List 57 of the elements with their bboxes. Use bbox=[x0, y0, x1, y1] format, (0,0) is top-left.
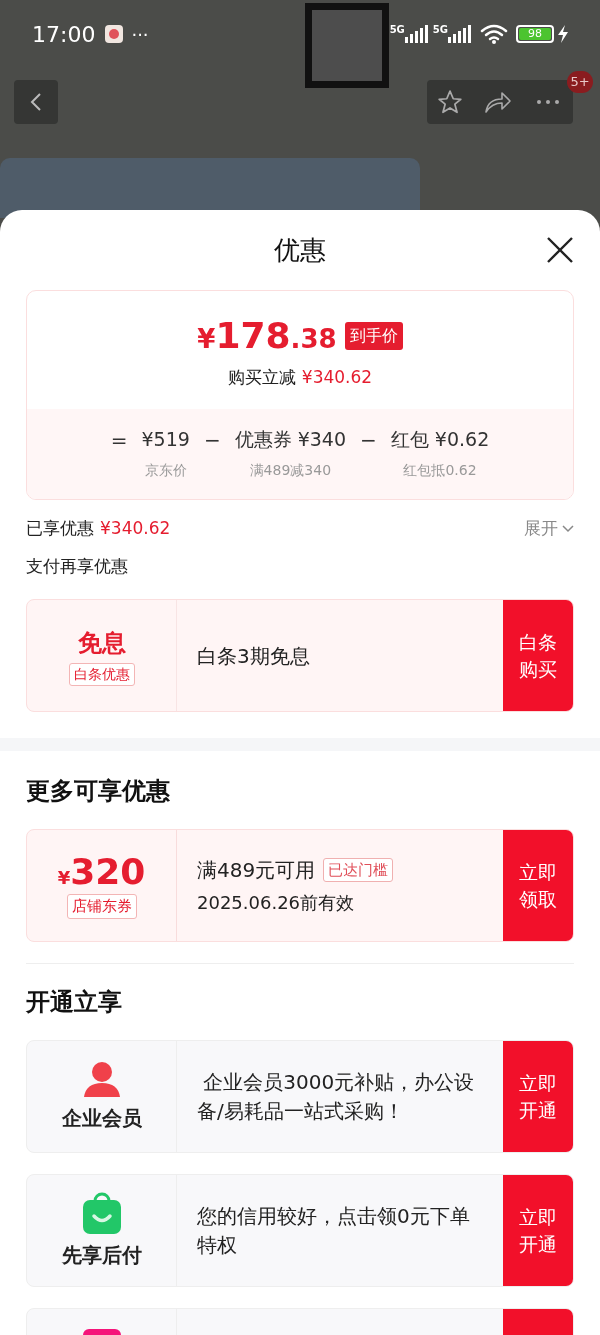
share-icon bbox=[484, 90, 512, 114]
close-button[interactable] bbox=[546, 236, 574, 264]
operator-sign: − bbox=[360, 427, 377, 454]
sheet-title: 优惠 bbox=[274, 233, 326, 267]
breakdown-note: 红包抵0.62 bbox=[403, 460, 477, 480]
status-more: ··· bbox=[131, 22, 149, 47]
battery-icon: 98 bbox=[516, 25, 554, 43]
wifi-icon bbox=[480, 24, 508, 44]
saving-amount: ¥340.62 bbox=[301, 366, 373, 390]
star-icon bbox=[437, 89, 463, 115]
chevron-down-icon bbox=[562, 524, 574, 533]
coupon-validity: 2025.06.26前有效 bbox=[197, 891, 356, 915]
offer-title: 免息 bbox=[77, 628, 126, 659]
open-button[interactable]: 立即开通 bbox=[503, 1175, 573, 1286]
lightning-icon bbox=[558, 25, 568, 43]
expand-button[interactable]: 展开 bbox=[524, 516, 574, 542]
membership-name: 先享后付 bbox=[61, 1241, 142, 1269]
network-type: 5G bbox=[432, 25, 448, 35]
more-icon bbox=[536, 99, 560, 105]
coupon-value: ¥320 bbox=[57, 852, 146, 893]
final-price: ¥178.38 bbox=[197, 314, 337, 359]
notification-badge: 5+ bbox=[567, 71, 593, 93]
buy-button[interactable]: 白条购买 bbox=[503, 600, 573, 711]
enjoyed-amount: ¥340.62 bbox=[100, 517, 171, 540]
offer-tag: 白条优惠 bbox=[68, 663, 135, 686]
operator-sign: − bbox=[203, 427, 221, 454]
shopping-bag-icon bbox=[82, 1191, 121, 1234]
breakdown-note: 京东价 bbox=[144, 460, 187, 480]
signal-icon bbox=[404, 25, 429, 43]
coupon-condition: 满489元可用 bbox=[197, 857, 316, 884]
price-tag: 到手价 bbox=[344, 322, 403, 351]
network-type: 5G bbox=[389, 25, 405, 35]
section-title: 开通立享 bbox=[26, 988, 122, 1016]
threshold-badge: 已达门槛 bbox=[323, 857, 394, 883]
saving-label: 购买立减 bbox=[227, 366, 296, 390]
membership-text: 您的信用较好，点击领0元下单特权 bbox=[197, 1202, 471, 1259]
breakdown-amount: 红包 ¥0.62 bbox=[390, 427, 490, 452]
claim-button[interactable]: 立即领取 bbox=[503, 830, 573, 941]
app-notification-icon bbox=[105, 25, 124, 43]
status-time: 17:00 bbox=[32, 20, 96, 49]
person-icon bbox=[82, 1060, 121, 1097]
section-subtitle: 支付再享优惠 bbox=[26, 555, 128, 576]
breakdown-note: 满489减340 bbox=[249, 460, 332, 480]
back-button[interactable] bbox=[14, 80, 58, 124]
membership-name: 企业会员 bbox=[61, 1104, 142, 1132]
membership-text: 企业会员3000元补贴，办公设备/易耗品一站式采购！ bbox=[197, 1068, 476, 1125]
close-icon bbox=[546, 236, 574, 264]
enjoyed-label: 已享优惠 bbox=[26, 517, 94, 540]
signal-icon bbox=[448, 25, 472, 43]
offer-text: 白条3期免息 bbox=[197, 642, 310, 670]
open-button[interactable]: 立即开通 bbox=[503, 1041, 573, 1152]
section-title: 更多可享优惠 bbox=[26, 777, 170, 805]
breakdown-amount: ¥519 bbox=[141, 427, 190, 452]
breakdown-amount: 优惠券 ¥340 bbox=[234, 427, 347, 452]
back-icon bbox=[30, 92, 42, 112]
operator-sign: = bbox=[110, 427, 128, 454]
coupon-tag: 店铺东券 bbox=[66, 894, 137, 919]
